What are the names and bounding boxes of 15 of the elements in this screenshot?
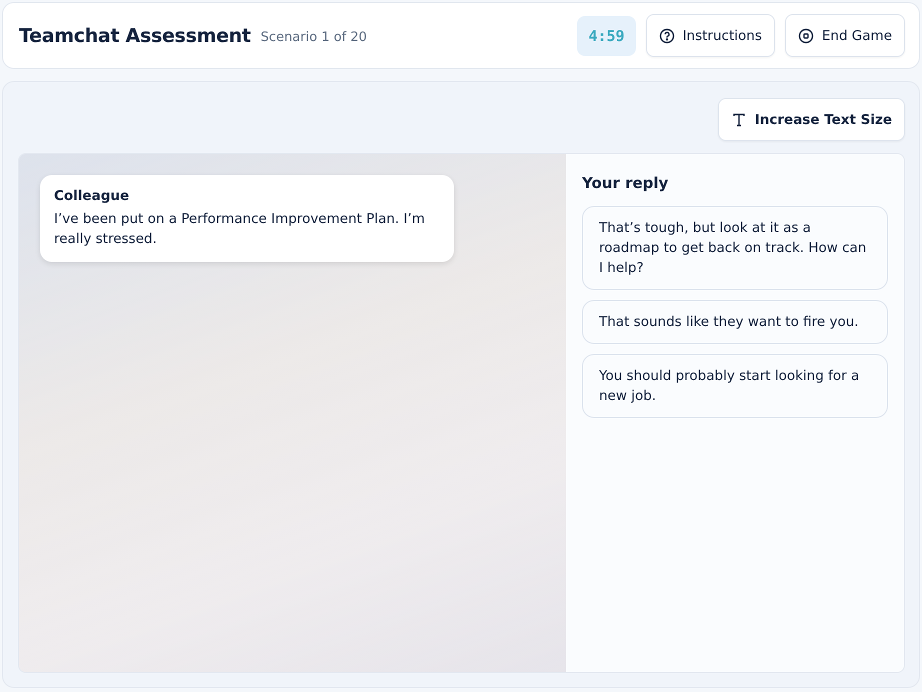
app-title: Teamchat Assessment <box>19 24 251 46</box>
text-size-button[interactable]: Increase Text Size <box>718 98 905 141</box>
reply-option[interactable]: You should probably start looking for a new job. <box>582 354 888 418</box>
countdown-timer: 4:59 <box>577 16 636 56</box>
stop-icon <box>798 28 814 44</box>
end-game-button[interactable]: End Game <box>784 14 905 57</box>
text-icon <box>730 112 747 128</box>
instructions-button[interactable]: Instructions <box>646 14 775 57</box>
help-icon <box>658 28 675 44</box>
reply-option[interactable]: That’s tough, but look at it as a roadmap to get back on track. How can I help? <box>582 206 888 290</box>
message-text: I’ve been put on a Performance Improvement Plan. I’m really stressed. <box>54 210 426 249</box>
sender-name: Colleague <box>54 188 130 204</box>
scenario-counter: Scenario 1 of 20 <box>260 30 367 44</box>
reply-title: Your reply <box>582 174 670 192</box>
reply-option[interactable]: That sounds like they want to fire you. <box>582 300 888 344</box>
